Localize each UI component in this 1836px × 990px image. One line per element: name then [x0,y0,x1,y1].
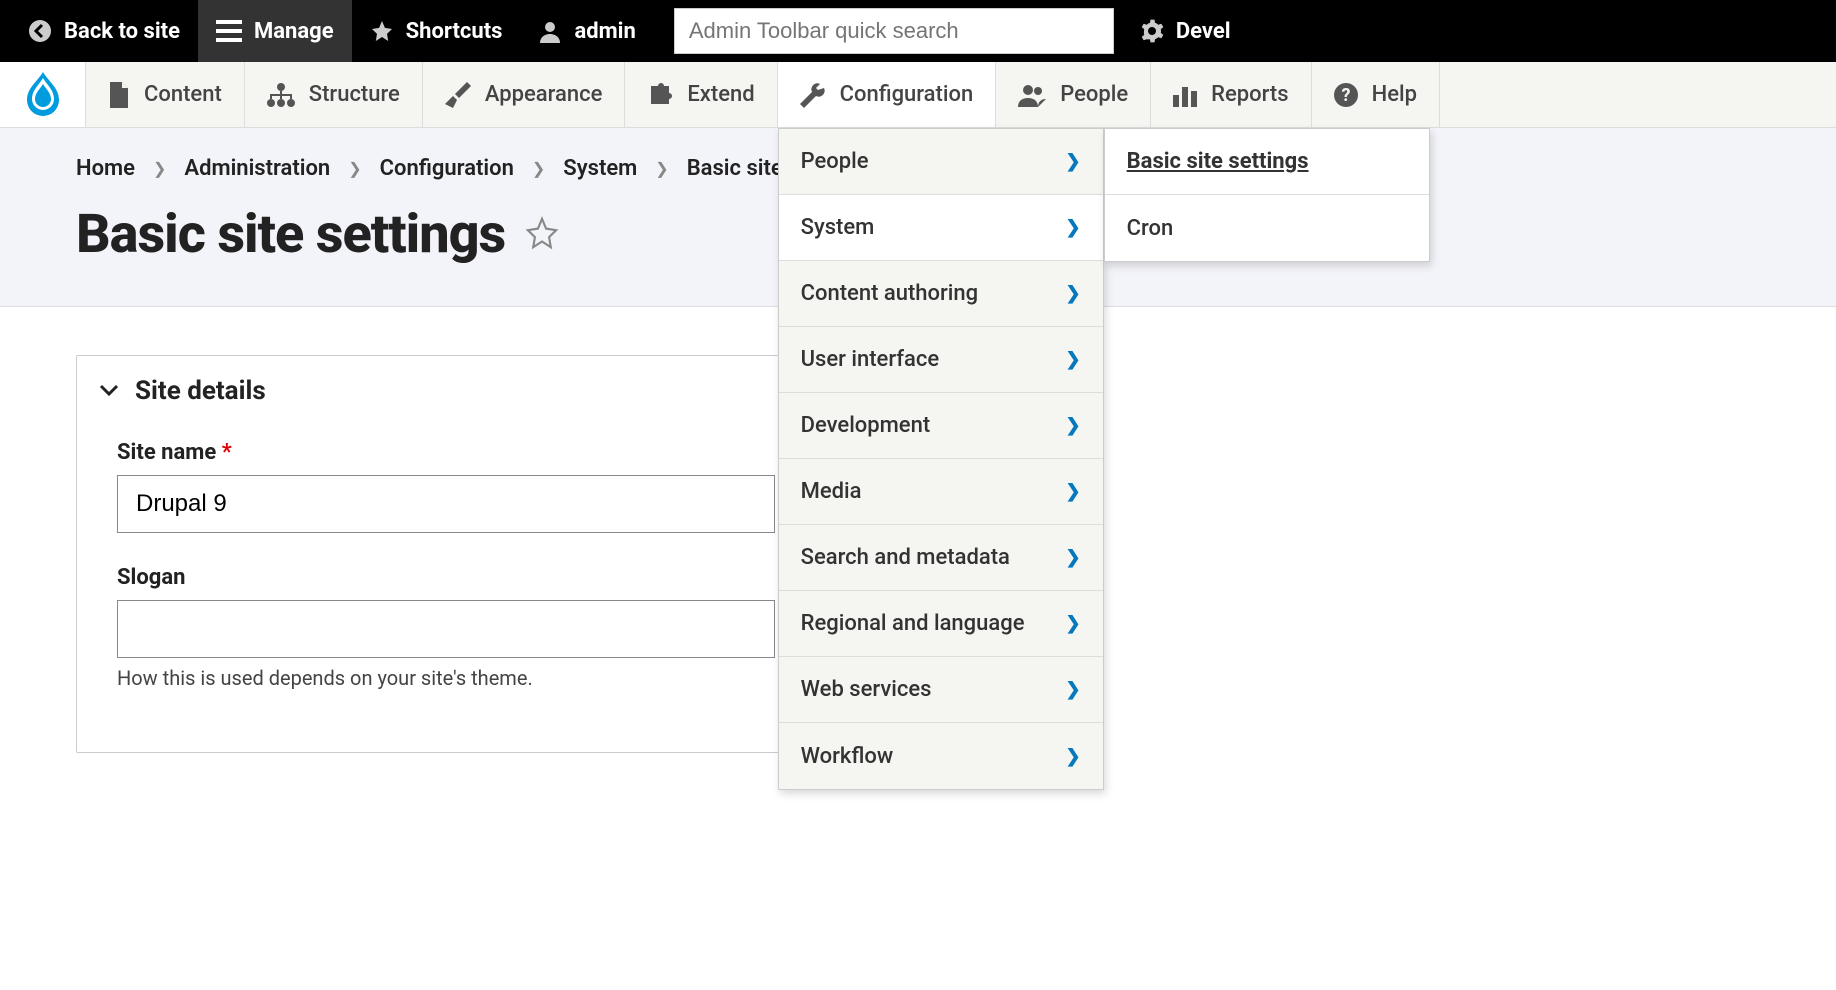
puzzle-icon [647,82,673,108]
back-to-site-button[interactable]: Back to site [10,0,198,62]
nav-help-label: Help [1372,82,1417,107]
slogan-input[interactable] [117,600,775,658]
breadcrumb-separator: ❯ [655,159,668,178]
chevron-right-icon: ❯ [1066,217,1081,238]
paintbrush-icon [445,82,471,108]
chevron-right-icon: ❯ [1066,547,1081,568]
admin-user-label: admin [574,19,635,44]
hierarchy-icon [267,83,295,107]
dropdown-media[interactable]: Media❯ [779,459,1103,525]
chevron-right-icon: ❯ [1066,349,1081,370]
people-icon [1018,83,1046,107]
gear-icon [1140,19,1164,43]
nav-structure-label: Structure [309,82,400,107]
arrow-left-circle-icon [28,19,52,43]
site-name-field-wrap: Site name * [117,440,775,533]
chevron-right-icon: ❯ [1066,679,1081,700]
dropdown-web-services[interactable]: Web services❯ [779,657,1103,723]
nav-appearance[interactable]: Appearance [423,62,626,127]
nav-reports-label: Reports [1211,82,1288,107]
site-details-toggle[interactable]: Site details [77,356,815,426]
drupal-logo[interactable] [0,62,86,127]
slogan-label: Slogan [117,565,775,590]
required-indicator: * [222,440,232,465]
nav-content-label: Content [144,82,222,107]
site-details-title: Site details [135,376,266,406]
toolbar-search-input[interactable] [674,8,1114,54]
chevron-right-icon: ❯ [1066,481,1081,502]
dropdown-basic-site-settings[interactable]: Basic site settings [1105,129,1429,195]
nav-people[interactable]: People [996,62,1151,127]
nav-extend[interactable]: Extend [625,62,777,127]
dropdown-content-authoring[interactable]: Content authoring❯ [779,261,1103,327]
slogan-description: How this is used depends on your site's … [117,666,775,690]
breadcrumb-home[interactable]: Home [76,156,135,181]
nav-configuration-label: Configuration [840,82,974,107]
nav-appearance-label: Appearance [485,82,603,107]
shortcuts-label: Shortcuts [406,19,503,44]
dropdown-search-metadata[interactable]: Search and metadata❯ [779,525,1103,591]
dropdown-workflow[interactable]: Workflow❯ [779,723,1103,789]
toolbar-admin: Content Structure Appearance Extend Conf… [0,62,1836,128]
admin-user-button[interactable]: admin [520,0,653,62]
nav-extend-label: Extend [687,82,754,107]
manage-button[interactable]: Manage [198,0,352,62]
breadcrumb-separator: ❯ [153,159,166,178]
devel-label: Devel [1176,19,1231,44]
user-icon [538,19,562,43]
site-details-box: Site details Site name * Slogan How this… [76,355,816,753]
system-dropdown: Basic site settings Cron [1104,128,1430,262]
toolbar-top: Back to site Manage Shortcuts admin Deve… [0,0,1836,62]
toolbar-search-wrap [666,0,1122,62]
dropdown-user-interface[interactable]: User interface❯ [779,327,1103,393]
wrench-icon [800,82,826,108]
breadcrumb-administration[interactable]: Administration [184,156,330,181]
site-details-body: Site name * Slogan How this is used depe… [77,426,815,752]
hamburger-icon [216,20,242,42]
configuration-dropdown: People❯ System❯ Content authoring❯ User … [778,128,1104,790]
bar-chart-icon [1173,83,1197,107]
nav-content[interactable]: Content [86,62,245,127]
shortcuts-button[interactable]: Shortcuts [352,0,521,62]
dropdown-cron[interactable]: Cron [1105,195,1429,261]
breadcrumb-separator: ❯ [348,159,361,178]
dropdown-people[interactable]: People❯ [779,129,1103,195]
nav-reports[interactable]: Reports [1151,62,1311,127]
nav-configuration[interactable]: Configuration People❯ System❯ Content au… [778,62,997,127]
chevron-right-icon: ❯ [1066,746,1081,767]
page-title: Basic site settings [76,203,505,266]
chevron-right-icon: ❯ [1066,283,1081,304]
nav-structure[interactable]: Structure [245,62,423,127]
dropdown-system[interactable]: System❯ [779,195,1103,261]
breadcrumb-configuration[interactable]: Configuration [380,156,514,181]
site-name-input[interactable] [117,475,775,533]
chevron-right-icon: ❯ [1066,415,1081,436]
slogan-field-wrap: Slogan How this is used depends on your … [117,565,775,690]
chevron-right-icon: ❯ [1066,613,1081,634]
svg-text:?: ? [1341,85,1350,106]
dropdown-regional-language[interactable]: Regional and language❯ [779,591,1103,657]
favorite-star-icon[interactable] [525,216,559,254]
document-icon [108,82,130,108]
site-name-label: Site name * [117,440,775,465]
chevron-down-icon [99,384,119,398]
devel-button[interactable]: Devel [1122,0,1249,62]
star-icon [370,19,394,43]
nav-help[interactable]: ? Help [1312,62,1440,127]
chevron-right-icon: ❯ [1066,151,1081,172]
breadcrumb-separator: ❯ [532,159,545,178]
help-icon: ? [1334,83,1358,107]
dropdown-development[interactable]: Development❯ [779,393,1103,459]
manage-label: Manage [254,19,334,44]
back-to-site-label: Back to site [64,19,180,44]
nav-people-label: People [1060,82,1128,107]
breadcrumb-system[interactable]: System [563,156,637,181]
